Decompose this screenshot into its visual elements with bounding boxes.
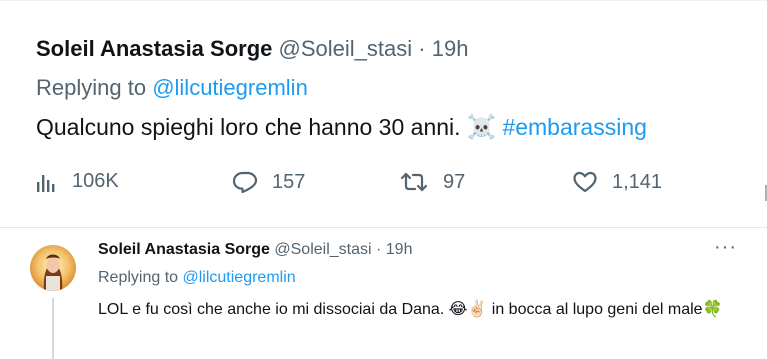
tweet-header: Soleil Anastasia Sorge @Soleil_stasi · 1… [36,36,468,62]
avatar[interactable] [30,245,76,291]
author-handle[interactable]: @Soleil_stasi [274,241,371,258]
retweet-button[interactable]: 97 [399,170,465,194]
tweet-time[interactable]: 19h [432,36,469,61]
views-button[interactable]: 106K [36,170,119,193]
replying-prefix: Replying to [98,269,179,286]
tweet-main[interactable]: Soleil Anastasia Sorge @Soleil_stasi · 1… [0,0,767,225]
separator: · [376,241,382,258]
reply-count: 157 [272,170,306,193]
like-button[interactable]: 1,141 [572,170,662,194]
reply-button[interactable]: 157 [232,170,305,194]
tweet-header: Soleil Anastasia Sorge @Soleil_stasi · 1… [98,241,412,259]
tweet-text: Qualcuno spieghi loro che hanno 30 anni.… [36,113,647,142]
retweet-count: 97 [443,170,466,193]
views-icon [36,171,58,193]
thread-line [52,298,54,359]
tweet-time[interactable]: 19h [386,241,413,258]
replying-to: Replying to @lilcutiegremlin [98,269,296,287]
reply-icon [232,170,258,194]
separator: · [418,36,426,61]
tweet-text: LOL e fu così che anche io mi dissociai … [98,301,723,318]
author-name[interactable]: Soleil Anastasia Sorge [36,36,272,61]
retweet-icon [399,170,429,194]
author-name[interactable]: Soleil Anastasia Sorge [98,241,270,258]
more-icon[interactable]: ··· [714,236,737,259]
tweet-reply[interactable]: Soleil Anastasia Sorge @Soleil_stasi · 1… [0,228,767,359]
replying-mention-link[interactable]: @lilcutiegremlin [183,269,296,286]
hashtag-link[interactable]: #embarassing [502,114,646,140]
views-count: 106K [72,170,119,192]
like-count: 1,141 [612,170,663,193]
like-icon [572,170,598,194]
replying-prefix: Replying to [36,75,147,100]
replying-to: Replying to @lilcutiegremlin [36,75,308,101]
tweet-body: Qualcuno spieghi loro che hanno 30 anni. [36,114,461,140]
skull-emoji: ☠️ [466,114,497,141]
author-handle[interactable]: @Soleil_stasi [279,36,413,61]
replying-mention-link[interactable]: @lilcutiegremlin [152,75,308,100]
